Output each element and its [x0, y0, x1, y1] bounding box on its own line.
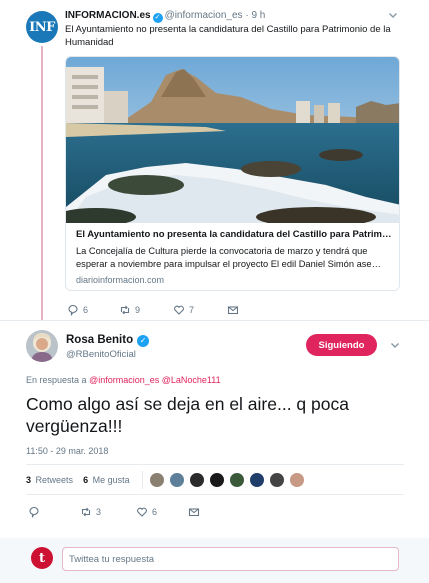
- card-image: [66, 57, 399, 223]
- author-name[interactable]: INFORMACION.es: [65, 10, 151, 21]
- separator-dot: ·: [245, 10, 249, 21]
- tweet-actions: 6 9 7: [67, 302, 267, 318]
- reply-icon: [67, 304, 79, 316]
- stats-separator: [141, 471, 143, 489]
- retweet-count: 9: [135, 305, 141, 315]
- card-domain: diarioinformacion.com: [76, 275, 165, 285]
- liker-avatar[interactable]: [188, 472, 205, 488]
- link-card[interactable]: El Ayuntamiento no presenta la candidatu…: [65, 56, 400, 291]
- tweet-header: INFORMACION.es ✓ @informacion_es · 9 h: [65, 10, 265, 23]
- tweet-time[interactable]: 9 h: [251, 10, 265, 21]
- reply-icon: [28, 506, 40, 518]
- chevron-down-icon[interactable]: [387, 9, 399, 21]
- card-description: La Concejalía de Cultura pierde la convo…: [76, 246, 381, 269]
- mention-link[interactable]: @informacion_es: [89, 375, 159, 385]
- liker-avatar[interactable]: [148, 472, 165, 488]
- chevron-down-icon[interactable]: [389, 339, 401, 351]
- tweet-stats: 3 Retweets 6 Me gusta: [26, 470, 305, 490]
- liker-avatar[interactable]: [248, 472, 265, 488]
- heart-icon: [173, 304, 185, 316]
- liker-avatar[interactable]: [288, 472, 305, 488]
- reply-button[interactable]: [28, 506, 40, 518]
- avatar[interactable]: INF: [26, 11, 58, 43]
- mention-link[interactable]: @LaNoche111: [162, 375, 221, 385]
- tweet-text: Como algo así se deja en el aire... q po…: [26, 394, 349, 436]
- retweets-label: Retweets: [35, 475, 74, 485]
- reply-count: 6: [83, 305, 89, 315]
- envelope-icon: [188, 506, 200, 518]
- likes-stat[interactable]: 6 Me gusta: [83, 475, 130, 485]
- card-title[interactable]: El Ayuntamiento no presenta la candidatu…: [76, 229, 394, 240]
- retweet-button[interactable]: 3: [80, 506, 101, 518]
- author-handle[interactable]: @RBenitoOficial: [66, 349, 136, 360]
- like-count: 7: [189, 305, 195, 315]
- following-button[interactable]: Siguiendo: [306, 334, 377, 356]
- like-button[interactable]: 6: [136, 506, 157, 518]
- tweet-actions: 3 6: [28, 504, 288, 520]
- reply-context: En respuesta a @informacion_es @LaNoche1…: [26, 375, 221, 385]
- like-count: 6: [152, 507, 158, 517]
- retweet-count: 3: [96, 507, 102, 517]
- likes-count: 6: [83, 475, 89, 485]
- likes-label: Me gusta: [92, 475, 130, 485]
- avatar[interactable]: t: [31, 547, 53, 569]
- tweet-timestamp[interactable]: 11:50 - 29 mar. 2018: [26, 446, 108, 456]
- reply-composer: t: [0, 538, 429, 583]
- verified-icon: ✓: [137, 335, 150, 347]
- direct-message-button[interactable]: [188, 506, 200, 518]
- envelope-icon: [227, 304, 239, 316]
- author-name[interactable]: Rosa Benito: [66, 334, 133, 346]
- retweet-button[interactable]: 9: [119, 304, 140, 316]
- liker-avatar[interactable]: [228, 472, 245, 488]
- verified-icon: ✓: [152, 13, 163, 23]
- likers-avatars: [148, 472, 305, 488]
- divider: [0, 320, 429, 321]
- divider: [26, 494, 404, 495]
- liker-avatar[interactable]: [268, 472, 285, 488]
- liker-avatar[interactable]: [208, 472, 225, 488]
- avatar[interactable]: [26, 330, 58, 362]
- heart-icon: [136, 506, 148, 518]
- divider: [26, 464, 404, 465]
- like-button[interactable]: 7: [173, 304, 194, 316]
- reply-button[interactable]: 6: [67, 304, 88, 316]
- reply-prefix: En respuesta a: [26, 375, 87, 385]
- retweet-icon: [119, 304, 131, 316]
- retweets-count: 3: [26, 475, 32, 485]
- author-handle[interactable]: @informacion_es: [165, 10, 243, 21]
- tweet-text: El Ayuntamiento no presenta la candidatu…: [65, 24, 391, 48]
- direct-message-button[interactable]: [227, 304, 239, 316]
- author-name-row[interactable]: Rosa Benito ✓: [66, 334, 151, 347]
- reply-input[interactable]: [62, 547, 399, 571]
- retweets-stat[interactable]: 3 Retweets: [26, 475, 73, 485]
- retweet-icon: [80, 506, 92, 518]
- parent-tweet[interactable]: INF INFORMACION.es ✓ @informacion_es · 9 h…: [0, 0, 429, 320]
- liker-avatar[interactable]: [168, 472, 185, 488]
